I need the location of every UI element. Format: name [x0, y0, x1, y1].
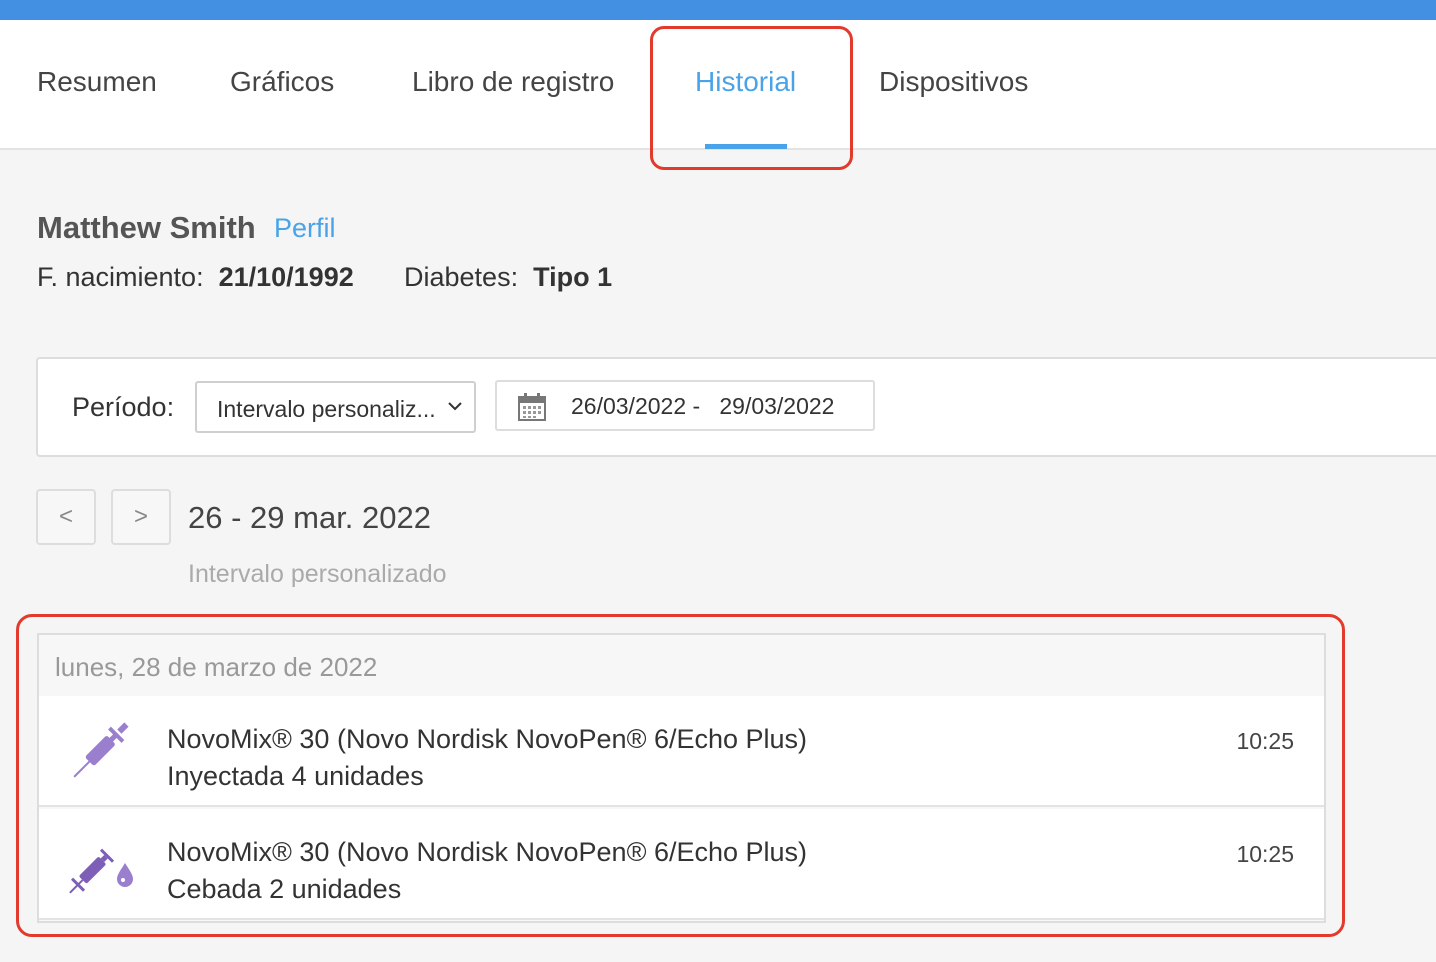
- top-color-bar: [0, 0, 1436, 20]
- next-range-button[interactable]: >: [111, 489, 171, 545]
- profile-link[interactable]: Perfil: [274, 213, 336, 244]
- diabetes-info: Diabetes: Tipo 1: [404, 262, 612, 293]
- entry-title: NovoMix® 30 (Novo Nordisk NovoPen® 6/Ech…: [167, 724, 808, 754]
- period-select[interactable]: Intervalo personaliz...: [195, 381, 476, 433]
- tab-dispositivos[interactable]: Dispositivos: [879, 66, 1028, 98]
- previous-range-button[interactable]: <: [36, 489, 96, 545]
- chevron-down-icon: [448, 402, 462, 411]
- entry-detail: Inyectada 4 unidades: [167, 761, 424, 791]
- diabetes-label: Diabetes:: [404, 262, 519, 292]
- period-label: Período:: [72, 392, 175, 422]
- calendar-icon: [518, 393, 546, 421]
- history-entry[interactable]: NovoMix® 30 (Novo Nordisk NovoPen® 6/Ech…: [39, 696, 1324, 807]
- entry-time: 10:25: [1236, 728, 1294, 754]
- tab-resumen[interactable]: Resumen: [37, 66, 157, 98]
- date-start: 26/03/2022: [571, 393, 687, 419]
- tab-graficos[interactable]: Gráficos: [230, 66, 334, 98]
- tab-libro-de-registro[interactable]: Libro de registro: [412, 66, 614, 98]
- active-tab-indicator: [705, 144, 787, 149]
- syringe-icon: [73, 722, 129, 778]
- patient-name: Matthew Smith: [37, 210, 256, 245]
- period-select-value: Intervalo personaliz...: [217, 396, 436, 422]
- tab-navigation: Resumen Gráficos Libro de registro Histo…: [0, 20, 1436, 150]
- entry-time: 10:25: [1236, 841, 1294, 867]
- date-range-title: 26 - 29 mar. 2022: [188, 500, 431, 535]
- period-filter-panel: Período: Intervalo personaliz... 26/03/2…: [36, 357, 1436, 457]
- day-header: lunes, 28 de marzo de 2022: [55, 652, 378, 682]
- syringe-drop-icon: [69, 848, 133, 894]
- birth-date-value: 21/10/1992: [218, 262, 354, 292]
- date-range-text: 26/03/2022 - 29/03/2022: [571, 393, 834, 420]
- day-history-panel: lunes, 28 de marzo de 2022 NovoMix® 30 (…: [37, 633, 1326, 923]
- tab-historial[interactable]: Historial: [695, 66, 796, 98]
- diabetes-type-value: Tipo 1: [533, 262, 613, 292]
- entry-detail: Cebada 2 unidades: [167, 874, 402, 904]
- date-range-picker[interactable]: 26/03/2022 - 29/03/2022: [495, 380, 875, 431]
- date-separator: -: [692, 393, 701, 419]
- birth-date-label: F. nacimiento:: [37, 262, 204, 292]
- entry-title: NovoMix® 30 (Novo Nordisk NovoPen® 6/Ech…: [167, 837, 808, 867]
- birth-date-info: F. nacimiento: 21/10/1992: [37, 262, 354, 293]
- date-end: 29/03/2022: [719, 393, 835, 419]
- date-range-subtitle: Intervalo personalizado: [188, 560, 447, 588]
- history-entry[interactable]: NovoMix® 30 (Novo Nordisk NovoPen® 6/Ech…: [39, 809, 1324, 920]
